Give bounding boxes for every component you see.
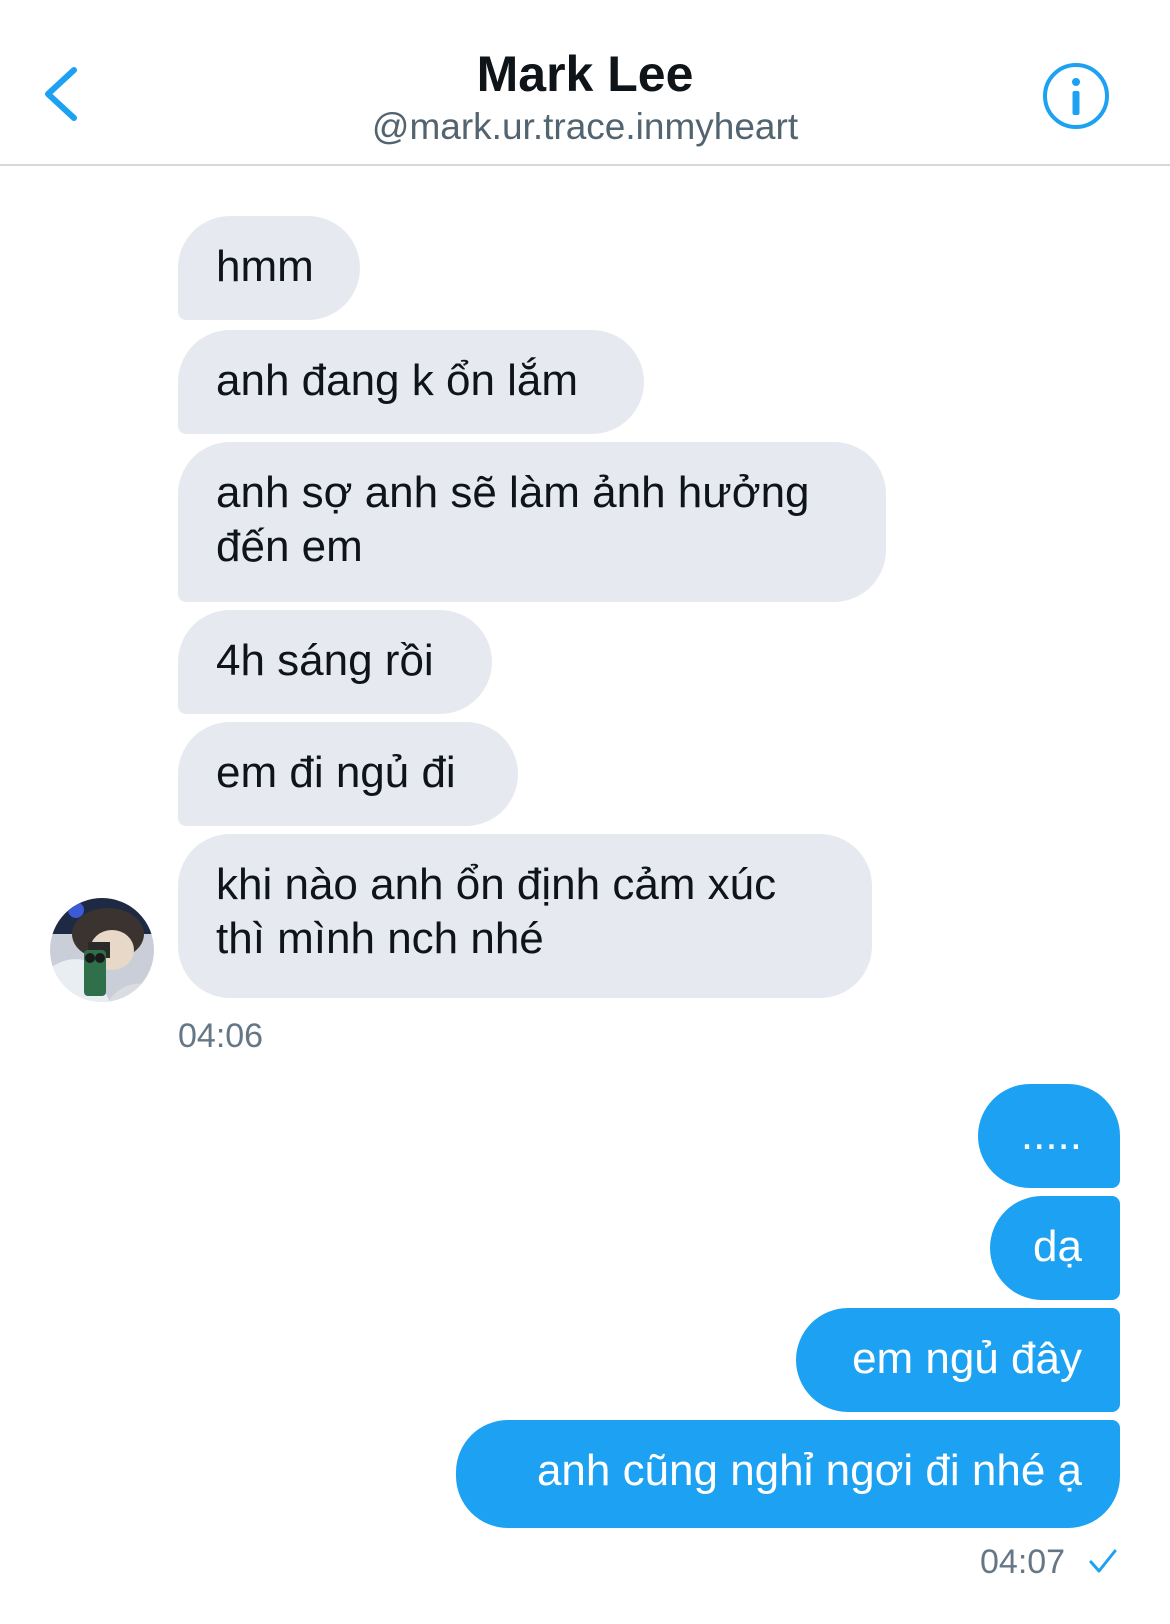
info-icon	[1043, 63, 1109, 129]
received-timestamp: 04:06	[178, 1017, 264, 1055]
message-text: hmm	[216, 242, 314, 291]
message-text: anh cũng nghỉ ngơi đi nhé ạ	[536, 1446, 1082, 1495]
avatar[interactable]	[50, 898, 154, 1002]
message-text: .....	[1020, 1110, 1082, 1159]
contact-name[interactable]: Mark Lee	[0, 44, 1170, 104]
message-text: anh đang k ổn lắm	[216, 356, 579, 405]
checkmark-icon	[1089, 1549, 1117, 1573]
sent-message[interactable]: dạ	[990, 1196, 1120, 1300]
received-message[interactable]: 4h sáng rồi	[178, 610, 492, 714]
message-text: anh sợ anh sẽ làm ảnh hưởng đến em	[216, 468, 810, 571]
received-message[interactable]: khi nào anh ổn định cảm xúc thì mình nch…	[178, 834, 872, 998]
conversation-header: Mark Lee @mark.ur.trace.inmyheart	[0, 0, 1170, 166]
info-button[interactable]	[1040, 60, 1112, 132]
received-message[interactable]: hmm	[178, 216, 360, 320]
message-text: em đi ngủ đi	[216, 748, 456, 797]
sent-timestamp: 04:07	[980, 1543, 1066, 1581]
received-message[interactable]: em đi ngủ đi	[178, 722, 518, 826]
contact-handle[interactable]: @mark.ur.trace.inmyheart	[0, 104, 1170, 150]
sent-message[interactable]: .....	[978, 1084, 1120, 1188]
message-text: dạ	[1033, 1222, 1082, 1271]
sent-message[interactable]: em ngủ đây	[796, 1308, 1120, 1412]
message-text: khi nào anh ổn định cảm xúc thì mình nch…	[216, 860, 777, 963]
sent-message[interactable]: anh cũng nghỉ ngơi đi nhé ạ	[456, 1420, 1120, 1528]
received-message[interactable]: anh đang k ổn lắm	[178, 330, 644, 434]
received-message[interactable]: anh sợ anh sẽ làm ảnh hưởng đến em	[178, 442, 886, 602]
message-text: em ngủ đây	[852, 1334, 1082, 1383]
message-text: 4h sáng rồi	[216, 636, 434, 685]
